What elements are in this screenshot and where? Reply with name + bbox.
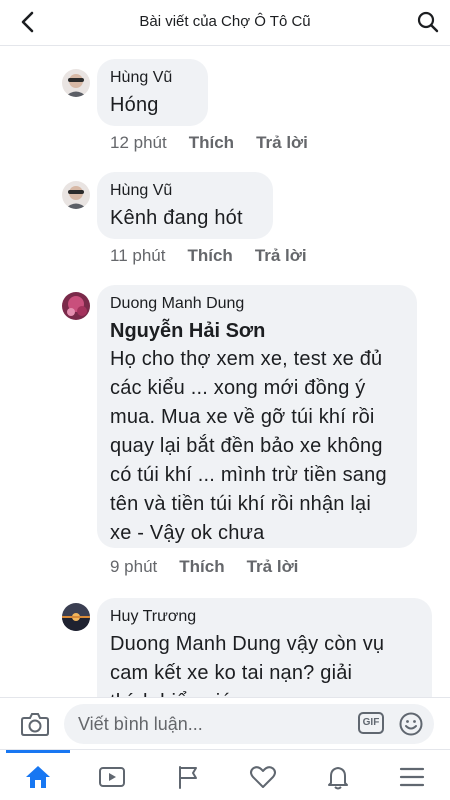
comment-composer: Viết bình luận... GIF <box>0 697 450 749</box>
comment-author[interactable]: Hùng Vũ <box>110 68 194 88</box>
comment-actions: 12 phút Thích Trả lời <box>110 133 330 153</box>
comment-author[interactable]: Huy Trương <box>110 607 418 627</box>
comment-bubble: Hùng Vũ Hóng <box>97 59 208 126</box>
menu-icon <box>399 767 425 787</box>
comment-list: Hùng Vũ Hóng 12 phút Thích Trả lời Hùng Vũ… <box>0 47 450 697</box>
comment-time: 12 phút <box>110 133 167 152</box>
comment-line: mua. Mua xe về gỡ túi khí rồi <box>110 406 375 428</box>
user-photo-icon <box>62 69 90 97</box>
comment-time: 9 phút <box>110 557 158 576</box>
comment-line: các kiểu ... xong mới đồng ý <box>110 377 366 399</box>
tab-home[interactable] <box>8 750 68 800</box>
reply-button[interactable]: Trả lời <box>255 246 307 265</box>
comment-line: tên và tiền túi khí rồi nhận lại <box>110 493 371 515</box>
avatar[interactable] <box>62 69 90 97</box>
comment-line: Họ cho thợ xem xe, test xe đủ <box>110 348 383 370</box>
comment-text: Duong Manh Dung vậy còn vụ cam kết xe ko… <box>110 630 418 697</box>
comment-line: thích hiểu giúp <box>110 688 418 697</box>
comment-actions: 9 phút Thích Trả lời <box>110 557 320 577</box>
video-icon <box>99 767 125 787</box>
home-icon <box>26 766 50 788</box>
comment-line: Duong Manh Dung vậy còn vụ <box>110 633 385 655</box>
comment-author[interactable]: Hùng Vũ <box>110 181 259 201</box>
search-icon <box>417 11 439 33</box>
emoji-button[interactable] <box>398 711 424 737</box>
tab-menu[interactable] <box>382 750 442 800</box>
gif-button[interactable]: GIF <box>358 712 384 734</box>
search-button[interactable] <box>416 10 440 34</box>
smiley-icon <box>399 712 423 736</box>
comment-text: Hóng <box>110 94 159 116</box>
flag-icon <box>179 766 197 789</box>
like-button[interactable]: Thích <box>179 557 224 576</box>
comment-bubble: Duong Manh Dung Nguyễn Hải Sơn Họ cho th… <box>97 285 417 548</box>
tab-notifications[interactable] <box>308 750 368 800</box>
comment-input-placeholder: Viết bình luận... <box>78 714 203 734</box>
camera-icon <box>21 713 49 736</box>
comment-line: xe - Vậy ok chưa <box>110 522 265 544</box>
reply-button[interactable]: Trả lời <box>247 557 299 576</box>
avatar[interactable] <box>62 181 90 209</box>
avatar[interactable] <box>62 603 90 631</box>
like-button[interactable]: Thích <box>187 246 232 265</box>
comment-bubble: Hùng Vũ Kênh đang hót <box>97 172 273 239</box>
page-title: Bài viết của Chợ Ô Tô Cũ <box>139 13 311 30</box>
tab-pages[interactable] <box>158 750 218 800</box>
bottom-tab-bar <box>0 749 450 800</box>
comment-actions: 11 phút Thích Trả lời <box>110 246 329 266</box>
like-button[interactable]: Thích <box>189 133 234 152</box>
reply-button[interactable]: Trả lời <box>256 133 308 152</box>
bell-icon <box>328 767 348 790</box>
camera-button[interactable] <box>20 710 50 738</box>
user-photo-icon <box>62 292 90 320</box>
comment-line: cam kết xe ko tai nạn? giải <box>110 662 353 684</box>
comment-line: có túi khí ... mình trừ tiền sang <box>110 464 387 486</box>
mentioned-user-link[interactable]: Nguyễn Hải Sơn <box>110 317 403 345</box>
comment-input[interactable]: Viết bình luận... GIF <box>64 704 434 744</box>
user-photo-icon <box>62 603 90 631</box>
comment-bubble: Huy Trương Duong Manh Dung vậy còn vụ ca… <box>97 598 432 697</box>
user-photo-icon <box>62 181 90 209</box>
tab-dating[interactable] <box>233 750 293 800</box>
tab-watch[interactable] <box>82 750 142 800</box>
avatar[interactable] <box>62 292 90 320</box>
heart-icon <box>250 766 276 788</box>
top-bar: Bài viết của Chợ Ô Tô Cũ <box>0 0 450 46</box>
comment-text: Họ cho thợ xem xe, test xe đủ các kiểu .… <box>110 345 403 548</box>
comment-line: quay lại bắt đền bảo xe không <box>110 435 383 457</box>
comment-time: 11 phút <box>110 246 166 265</box>
comment-text: Kênh đang hót <box>110 207 243 229</box>
comment-author[interactable]: Duong Manh Dung <box>110 294 403 314</box>
